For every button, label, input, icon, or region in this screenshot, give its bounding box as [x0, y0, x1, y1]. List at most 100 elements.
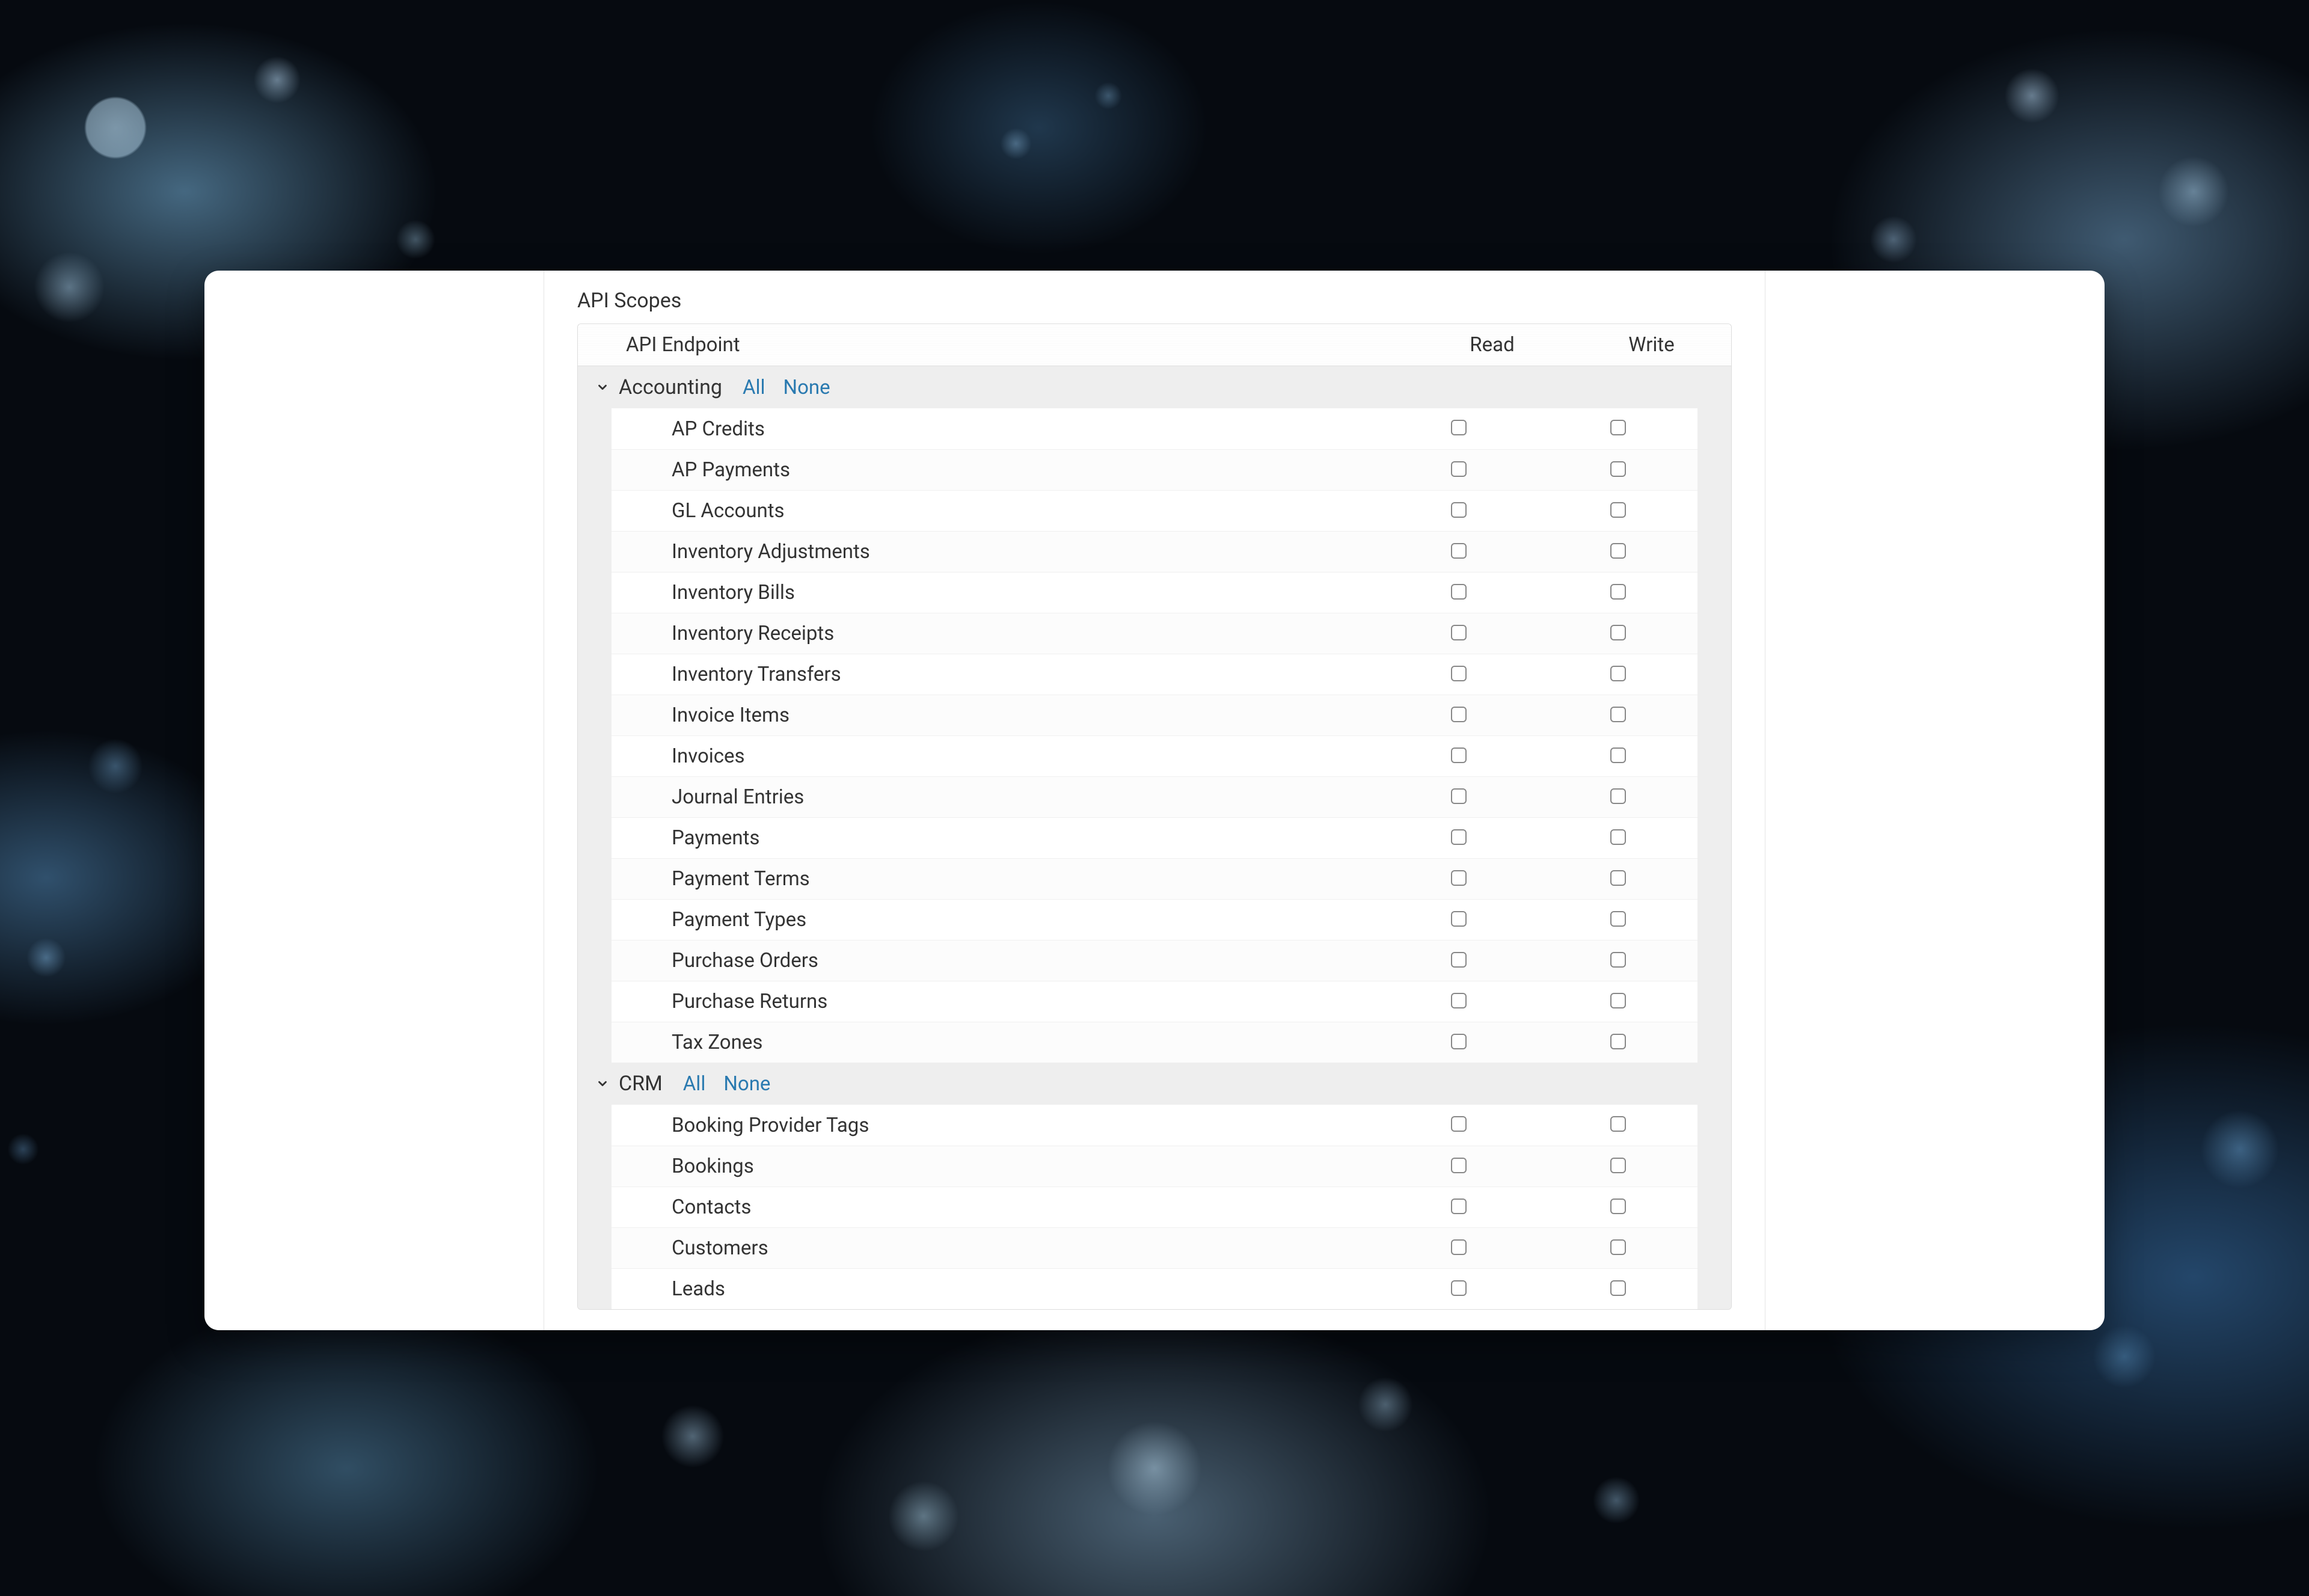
scope-label: Contacts: [612, 1195, 1379, 1219]
scope-label: Customers: [612, 1236, 1379, 1260]
scope-label: Invoices: [612, 744, 1379, 768]
chevron-down-icon[interactable]: [596, 381, 609, 394]
chevron-down-icon[interactable]: [596, 1077, 609, 1090]
scope-label: Inventory Receipts: [612, 622, 1379, 645]
write-checkbox[interactable]: [1610, 1280, 1626, 1296]
scope-row: Purchase Returns: [612, 981, 1697, 1022]
scope-row: Payments: [612, 817, 1697, 858]
write-checkbox[interactable]: [1610, 952, 1626, 968]
main-card: API Scopes API Endpoint Read Write Accou…: [204, 271, 2105, 1330]
write-checkbox[interactable]: [1610, 666, 1626, 681]
scope-row: Contacts: [612, 1186, 1697, 1227]
group-name-label: Accounting: [619, 375, 722, 399]
scope-write-cell: [1538, 584, 1697, 602]
write-checkbox[interactable]: [1610, 1158, 1626, 1173]
write-checkbox[interactable]: [1610, 707, 1626, 722]
read-checkbox[interactable]: [1451, 952, 1467, 968]
group-rows-accounting: AP CreditsAP PaymentsGL AccountsInventor…: [578, 408, 1731, 1063]
scope-write-cell: [1538, 420, 1697, 438]
read-checkbox[interactable]: [1451, 461, 1467, 477]
read-checkbox[interactable]: [1451, 584, 1467, 600]
read-checkbox[interactable]: [1451, 1239, 1467, 1255]
group-header-crm[interactable]: CRM All None: [578, 1063, 1731, 1105]
scope-write-cell: [1538, 870, 1697, 888]
scope-write-cell: [1538, 666, 1697, 684]
scope-write-cell: [1538, 1116, 1697, 1134]
scope-read-cell: [1379, 993, 1538, 1011]
scope-row: Payment Types: [612, 899, 1697, 940]
scope-row: AP Payments: [612, 449, 1697, 490]
read-checkbox[interactable]: [1451, 1116, 1467, 1132]
read-checkbox[interactable]: [1451, 1034, 1467, 1049]
scope-write-cell: [1538, 1034, 1697, 1052]
scope-write-cell: [1538, 461, 1697, 479]
select-all-link[interactable]: All: [683, 1072, 706, 1096]
write-checkbox[interactable]: [1610, 1116, 1626, 1132]
read-checkbox[interactable]: [1451, 870, 1467, 886]
select-none-link[interactable]: None: [723, 1072, 770, 1096]
write-checkbox[interactable]: [1610, 1239, 1626, 1255]
scope-row: Inventory Transfers: [612, 654, 1697, 695]
write-checkbox[interactable]: [1610, 788, 1626, 804]
write-checkbox[interactable]: [1610, 870, 1626, 886]
read-checkbox[interactable]: [1451, 1280, 1467, 1296]
scope-label: Invoice Items: [612, 704, 1379, 727]
scope-read-cell: [1379, 584, 1538, 602]
write-checkbox[interactable]: [1610, 993, 1626, 1008]
scope-write-cell: [1538, 1199, 1697, 1217]
scope-label: GL Accounts: [612, 499, 1379, 523]
read-checkbox[interactable]: [1451, 993, 1467, 1008]
scope-row: Journal Entries: [612, 776, 1697, 817]
main-content: API Scopes API Endpoint Read Write Accou…: [544, 271, 1765, 1330]
scope-row: Purchase Orders: [612, 940, 1697, 981]
scope-write-cell: [1538, 747, 1697, 766]
read-checkbox[interactable]: [1451, 747, 1467, 763]
read-checkbox[interactable]: [1451, 502, 1467, 518]
write-checkbox[interactable]: [1610, 829, 1626, 845]
scope-label: Payment Types: [612, 908, 1379, 932]
scope-write-cell: [1538, 1280, 1697, 1298]
scope-row: Leads: [612, 1268, 1697, 1309]
column-header-read: Read: [1412, 333, 1572, 357]
read-checkbox[interactable]: [1451, 543, 1467, 559]
read-checkbox[interactable]: [1451, 420, 1467, 435]
scope-label: Purchase Orders: [612, 949, 1379, 972]
scope-read-cell: [1379, 543, 1538, 561]
write-checkbox[interactable]: [1610, 625, 1626, 640]
select-all-link[interactable]: All: [743, 376, 765, 399]
read-checkbox[interactable]: [1451, 1199, 1467, 1214]
scope-row: Invoices: [612, 735, 1697, 776]
group-header-accounting[interactable]: Accounting All None: [578, 366, 1731, 408]
scope-read-cell: [1379, 1116, 1538, 1134]
write-checkbox[interactable]: [1610, 584, 1626, 600]
write-checkbox[interactable]: [1610, 1034, 1626, 1049]
write-checkbox[interactable]: [1610, 461, 1626, 477]
read-checkbox[interactable]: [1451, 625, 1467, 640]
write-checkbox[interactable]: [1610, 747, 1626, 763]
scope-write-cell: [1538, 829, 1697, 847]
read-checkbox[interactable]: [1451, 666, 1467, 681]
write-checkbox[interactable]: [1610, 420, 1626, 435]
scope-row: Invoice Items: [612, 695, 1697, 735]
read-checkbox[interactable]: [1451, 829, 1467, 845]
left-sidebar: [204, 271, 544, 1330]
write-checkbox[interactable]: [1610, 1199, 1626, 1214]
scope-read-cell: [1379, 870, 1538, 888]
write-checkbox[interactable]: [1610, 911, 1626, 927]
read-checkbox[interactable]: [1451, 911, 1467, 927]
scope-label: Bookings: [612, 1155, 1379, 1178]
read-checkbox[interactable]: [1451, 1158, 1467, 1173]
scope-read-cell: [1379, 829, 1538, 847]
right-sidebar: [1765, 271, 2105, 1330]
scope-read-cell: [1379, 911, 1538, 929]
scope-read-cell: [1379, 625, 1538, 643]
write-checkbox[interactable]: [1610, 502, 1626, 518]
scope-label: Tax Zones: [612, 1031, 1379, 1054]
read-checkbox[interactable]: [1451, 707, 1467, 722]
table-header-row: API Endpoint Read Write: [578, 324, 1731, 366]
group-name-label: CRM: [619, 1072, 663, 1096]
scope-label: Purchase Returns: [612, 990, 1379, 1013]
write-checkbox[interactable]: [1610, 543, 1626, 559]
read-checkbox[interactable]: [1451, 788, 1467, 804]
select-none-link[interactable]: None: [783, 376, 830, 399]
